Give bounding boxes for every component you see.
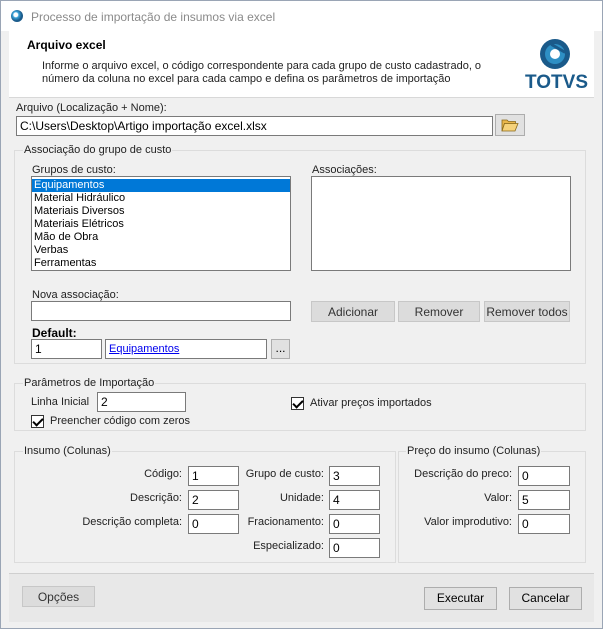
- totvs-logo: TOTVS: [525, 36, 588, 93]
- grupos-listbox[interactable]: Equipamentos Material Hidráulico Materia…: [31, 176, 291, 271]
- descricao-completa-input[interactable]: 0: [188, 514, 239, 534]
- window-title: Processo de importação de insumos via ex…: [31, 10, 276, 24]
- unidade-label: Unidade:: [279, 492, 324, 504]
- list-item[interactable]: Material Hidráulico: [32, 192, 290, 205]
- linha-inicial-label: Linha Inicial: [31, 396, 90, 408]
- grupo-custo-label: Grupo de custo:: [245, 468, 324, 480]
- especializado-input[interactable]: 0: [329, 538, 380, 558]
- arquivo-label: Arquivo (Localização + Nome):: [16, 102, 167, 114]
- default-grupo-field: Equipamentos: [105, 339, 267, 359]
- preencher-zeros-checkbox[interactable]: [31, 415, 44, 428]
- preencher-zeros-label: Preencher código com zeros: [50, 415, 191, 427]
- valor-input[interactable]: 5: [518, 490, 570, 510]
- list-item[interactable]: Materiais Elétricos: [32, 218, 290, 231]
- preco-title: Preço do insumo (Colunas): [406, 445, 542, 457]
- list-item[interactable]: Verbas: [32, 244, 290, 257]
- cancelar-button[interactable]: Cancelar: [509, 587, 582, 610]
- unidade-input[interactable]: 4: [329, 490, 380, 510]
- remover-button[interactable]: Remover: [398, 301, 480, 322]
- grupo-custo-input[interactable]: 3: [329, 466, 380, 486]
- browse-file-button[interactable]: [495, 114, 525, 136]
- list-item[interactable]: Mão de Obra: [32, 231, 290, 244]
- especializado-label: Especializado:: [253, 540, 324, 552]
- header-panel: Arquivo excel Informe o arquivo excel, o…: [9, 31, 594, 98]
- valor-improdutivo-input[interactable]: 0: [518, 514, 570, 534]
- associacoes-label: Associações:: [312, 164, 377, 176]
- valor-improdutivo-label: Valor improdutivo:: [424, 516, 512, 528]
- adicionar-button[interactable]: Adicionar: [311, 301, 395, 322]
- footer-bar: [9, 573, 594, 622]
- descricao-label: Descrição:: [130, 492, 182, 504]
- grupos-label: Grupos de custo:: [32, 164, 116, 176]
- list-item[interactable]: Materiais Diversos: [32, 205, 290, 218]
- header-description: Informe o arquivo excel, o código corres…: [42, 60, 482, 85]
- folder-open-icon: [501, 119, 519, 132]
- nova-associacao-input[interactable]: [31, 301, 291, 321]
- list-item[interactable]: Equipamentos: [32, 179, 290, 192]
- title-bar: Processo de importação de insumos via ex…: [1, 1, 602, 31]
- fracionamento-input[interactable]: 0: [329, 514, 380, 534]
- ativar-precos-checkbox[interactable]: [291, 397, 304, 410]
- associacao-title: Associação do grupo de custo: [23, 144, 173, 156]
- codigo-label: Código:: [144, 468, 182, 480]
- default-ellipsis-button[interactable]: ...: [271, 339, 290, 359]
- default-label: Default:: [32, 326, 77, 340]
- descricao-input[interactable]: 2: [188, 490, 239, 510]
- import-dialog-window: Processo de importação de insumos via ex…: [0, 0, 603, 629]
- executar-button[interactable]: Executar: [424, 587, 497, 610]
- logo-text: TOTVS: [525, 72, 588, 93]
- insumo-title: Insumo (Colunas): [23, 445, 112, 457]
- fracionamento-label: Fracionamento:: [247, 516, 324, 528]
- header-title: Arquivo excel: [27, 38, 106, 52]
- descricao-preco-label: Descrição do preco:: [414, 468, 512, 480]
- default-code-input[interactable]: 1: [31, 339, 102, 359]
- linha-inicial-input[interactable]: 2: [97, 392, 186, 412]
- app-icon: [11, 10, 23, 22]
- descricao-preco-input[interactable]: 0: [518, 466, 570, 486]
- nova-associacao-label: Nova associação:: [32, 289, 119, 301]
- opcoes-button[interactable]: Opções: [22, 586, 95, 607]
- arquivo-path-input[interactable]: C:\Users\Desktop\Artigo importação excel…: [16, 116, 493, 136]
- descricao-completa-label: Descrição completa:: [82, 516, 182, 528]
- valor-label: Valor:: [484, 492, 512, 504]
- associacoes-listbox[interactable]: [311, 176, 571, 271]
- list-item[interactable]: Ferramentas: [32, 257, 290, 270]
- ativar-precos-label: Ativar preços importados: [310, 397, 432, 409]
- remover-todos-button[interactable]: Remover todos: [484, 301, 570, 322]
- default-grupo-link[interactable]: Equipamentos: [109, 343, 179, 355]
- parametros-title: Parâmetros de Importação: [23, 377, 156, 389]
- codigo-input[interactable]: 1: [188, 466, 239, 486]
